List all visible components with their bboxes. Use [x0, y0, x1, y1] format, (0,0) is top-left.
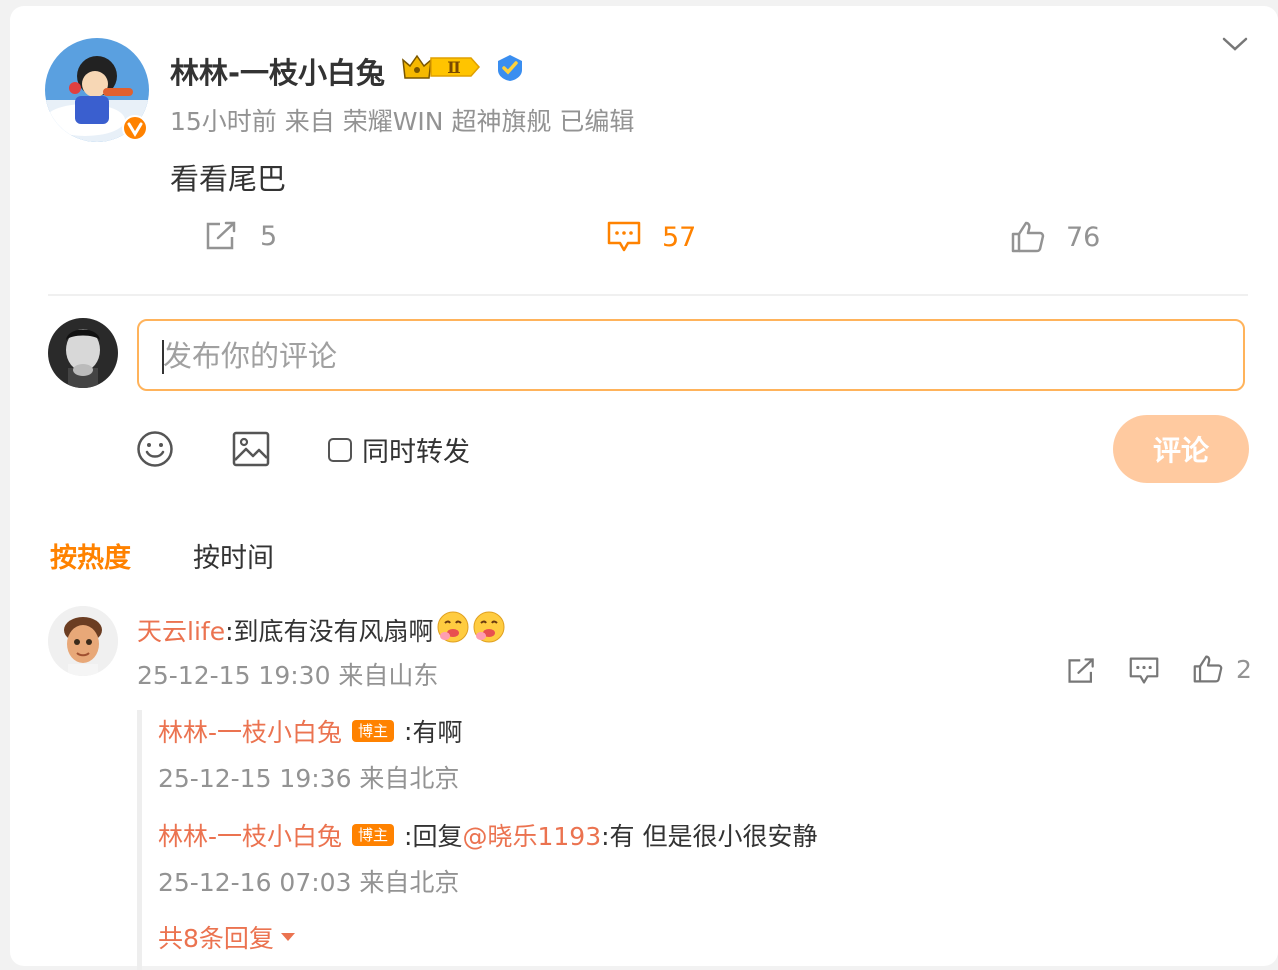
comment-reply-icon[interactable] [1128, 656, 1160, 690]
reply-prefix: : [404, 716, 413, 746]
like-count: 76 [1066, 221, 1101, 253]
reply-item: 林林-一枝小白兔 博主 :回复 @晓乐1193 :有 但是很小很安静 [158, 817, 817, 853]
comment-button[interactable]: 57 [606, 220, 696, 254]
vip-crown-icon[interactable]: Ⅱ [401, 52, 481, 86]
image-icon[interactable] [232, 430, 270, 472]
post-card: 林林-一枝小白兔 Ⅱ 15小时前 来自 荣耀WIN 超神旗舰 已编辑 看看尾巴 … [10, 6, 1278, 970]
reply-meta: 25-12-16 07:03 来自北京 [158, 868, 460, 897]
reply-author[interactable]: 林林-一枝小白兔 [158, 713, 342, 749]
tab-sort-by-time[interactable]: 按时间 [193, 536, 274, 575]
my-avatar[interactable] [48, 318, 118, 388]
repost-icon [206, 221, 236, 250]
host-badge: 博主 [352, 720, 395, 742]
level-badge-text: Ⅱ [447, 58, 460, 77]
comment-input[interactable] [161, 325, 1225, 387]
comment-text: :到底有没有风扇啊 [225, 617, 434, 646]
reply-meta: 25-12-15 19:36 来自北京 [158, 764, 460, 793]
comment-input-box[interactable] [137, 319, 1245, 391]
comment-like-button[interactable]: 2 [1192, 654, 1252, 684]
drooling-face-icon [472, 610, 506, 650]
comment-repost-icon[interactable] [1066, 656, 1098, 690]
chevron-down-icon[interactable] [1222, 36, 1248, 58]
divider [48, 294, 1248, 296]
submit-comment-button[interactable]: 评论 [1113, 415, 1249, 483]
commenter-avatar[interactable] [48, 606, 118, 676]
reply-text: 有啊 [412, 718, 463, 747]
comment-like-count: 2 [1236, 654, 1252, 684]
thumbs-up-icon [1193, 655, 1223, 683]
sync-repost-checkbox[interactable] [328, 437, 352, 462]
comment-meta: 25-12-15 19:30 来自山东 [137, 661, 439, 690]
emoji-icon[interactable] [136, 430, 174, 472]
thumbs-up-icon [1011, 221, 1045, 253]
repost-button[interactable]: 5 [204, 220, 277, 252]
verified-icon[interactable] [496, 54, 524, 86]
post-text: 看看尾巴 [170, 162, 287, 196]
reply-author[interactable]: 林林-一枝小白兔 [158, 817, 342, 853]
reply-thread-rail [137, 710, 142, 970]
reply-mention[interactable]: @晓乐1193 [462, 817, 601, 853]
sync-repost-option[interactable]: 同时转发 [328, 430, 470, 469]
reply-text: :有 但是很小很安静 [601, 822, 818, 851]
reply-item: 林林-一枝小白兔 博主 : 有啊 [158, 713, 463, 749]
repost-count: 5 [260, 220, 278, 252]
commenter-name[interactable]: 天云life [137, 612, 225, 648]
more-replies-link[interactable]: 共8条回复 [158, 919, 296, 955]
author-avatar[interactable] [45, 38, 149, 142]
more-replies-label: 共8条回复 [158, 924, 274, 953]
drooling-face-icon [436, 610, 470, 650]
tab-sort-by-hot[interactable]: 按热度 [50, 536, 131, 575]
host-badge: 博主 [352, 824, 395, 846]
reply-prefix: :回复 [404, 822, 463, 851]
like-button[interactable]: 76 [1010, 220, 1100, 254]
sync-repost-label: 同时转发 [362, 437, 470, 468]
text-caret [162, 340, 164, 374]
comment-count: 57 [662, 221, 697, 253]
comment-icon [607, 221, 641, 252]
comment-text-line: 天云life :到底有没有风扇啊 [137, 610, 506, 650]
caret-down-icon [280, 933, 295, 941]
post-meta: 15小时前 来自 荣耀WIN 超神旗舰 已编辑 [170, 107, 635, 136]
author-name[interactable]: 林林-一枝小白兔 [170, 50, 385, 92]
